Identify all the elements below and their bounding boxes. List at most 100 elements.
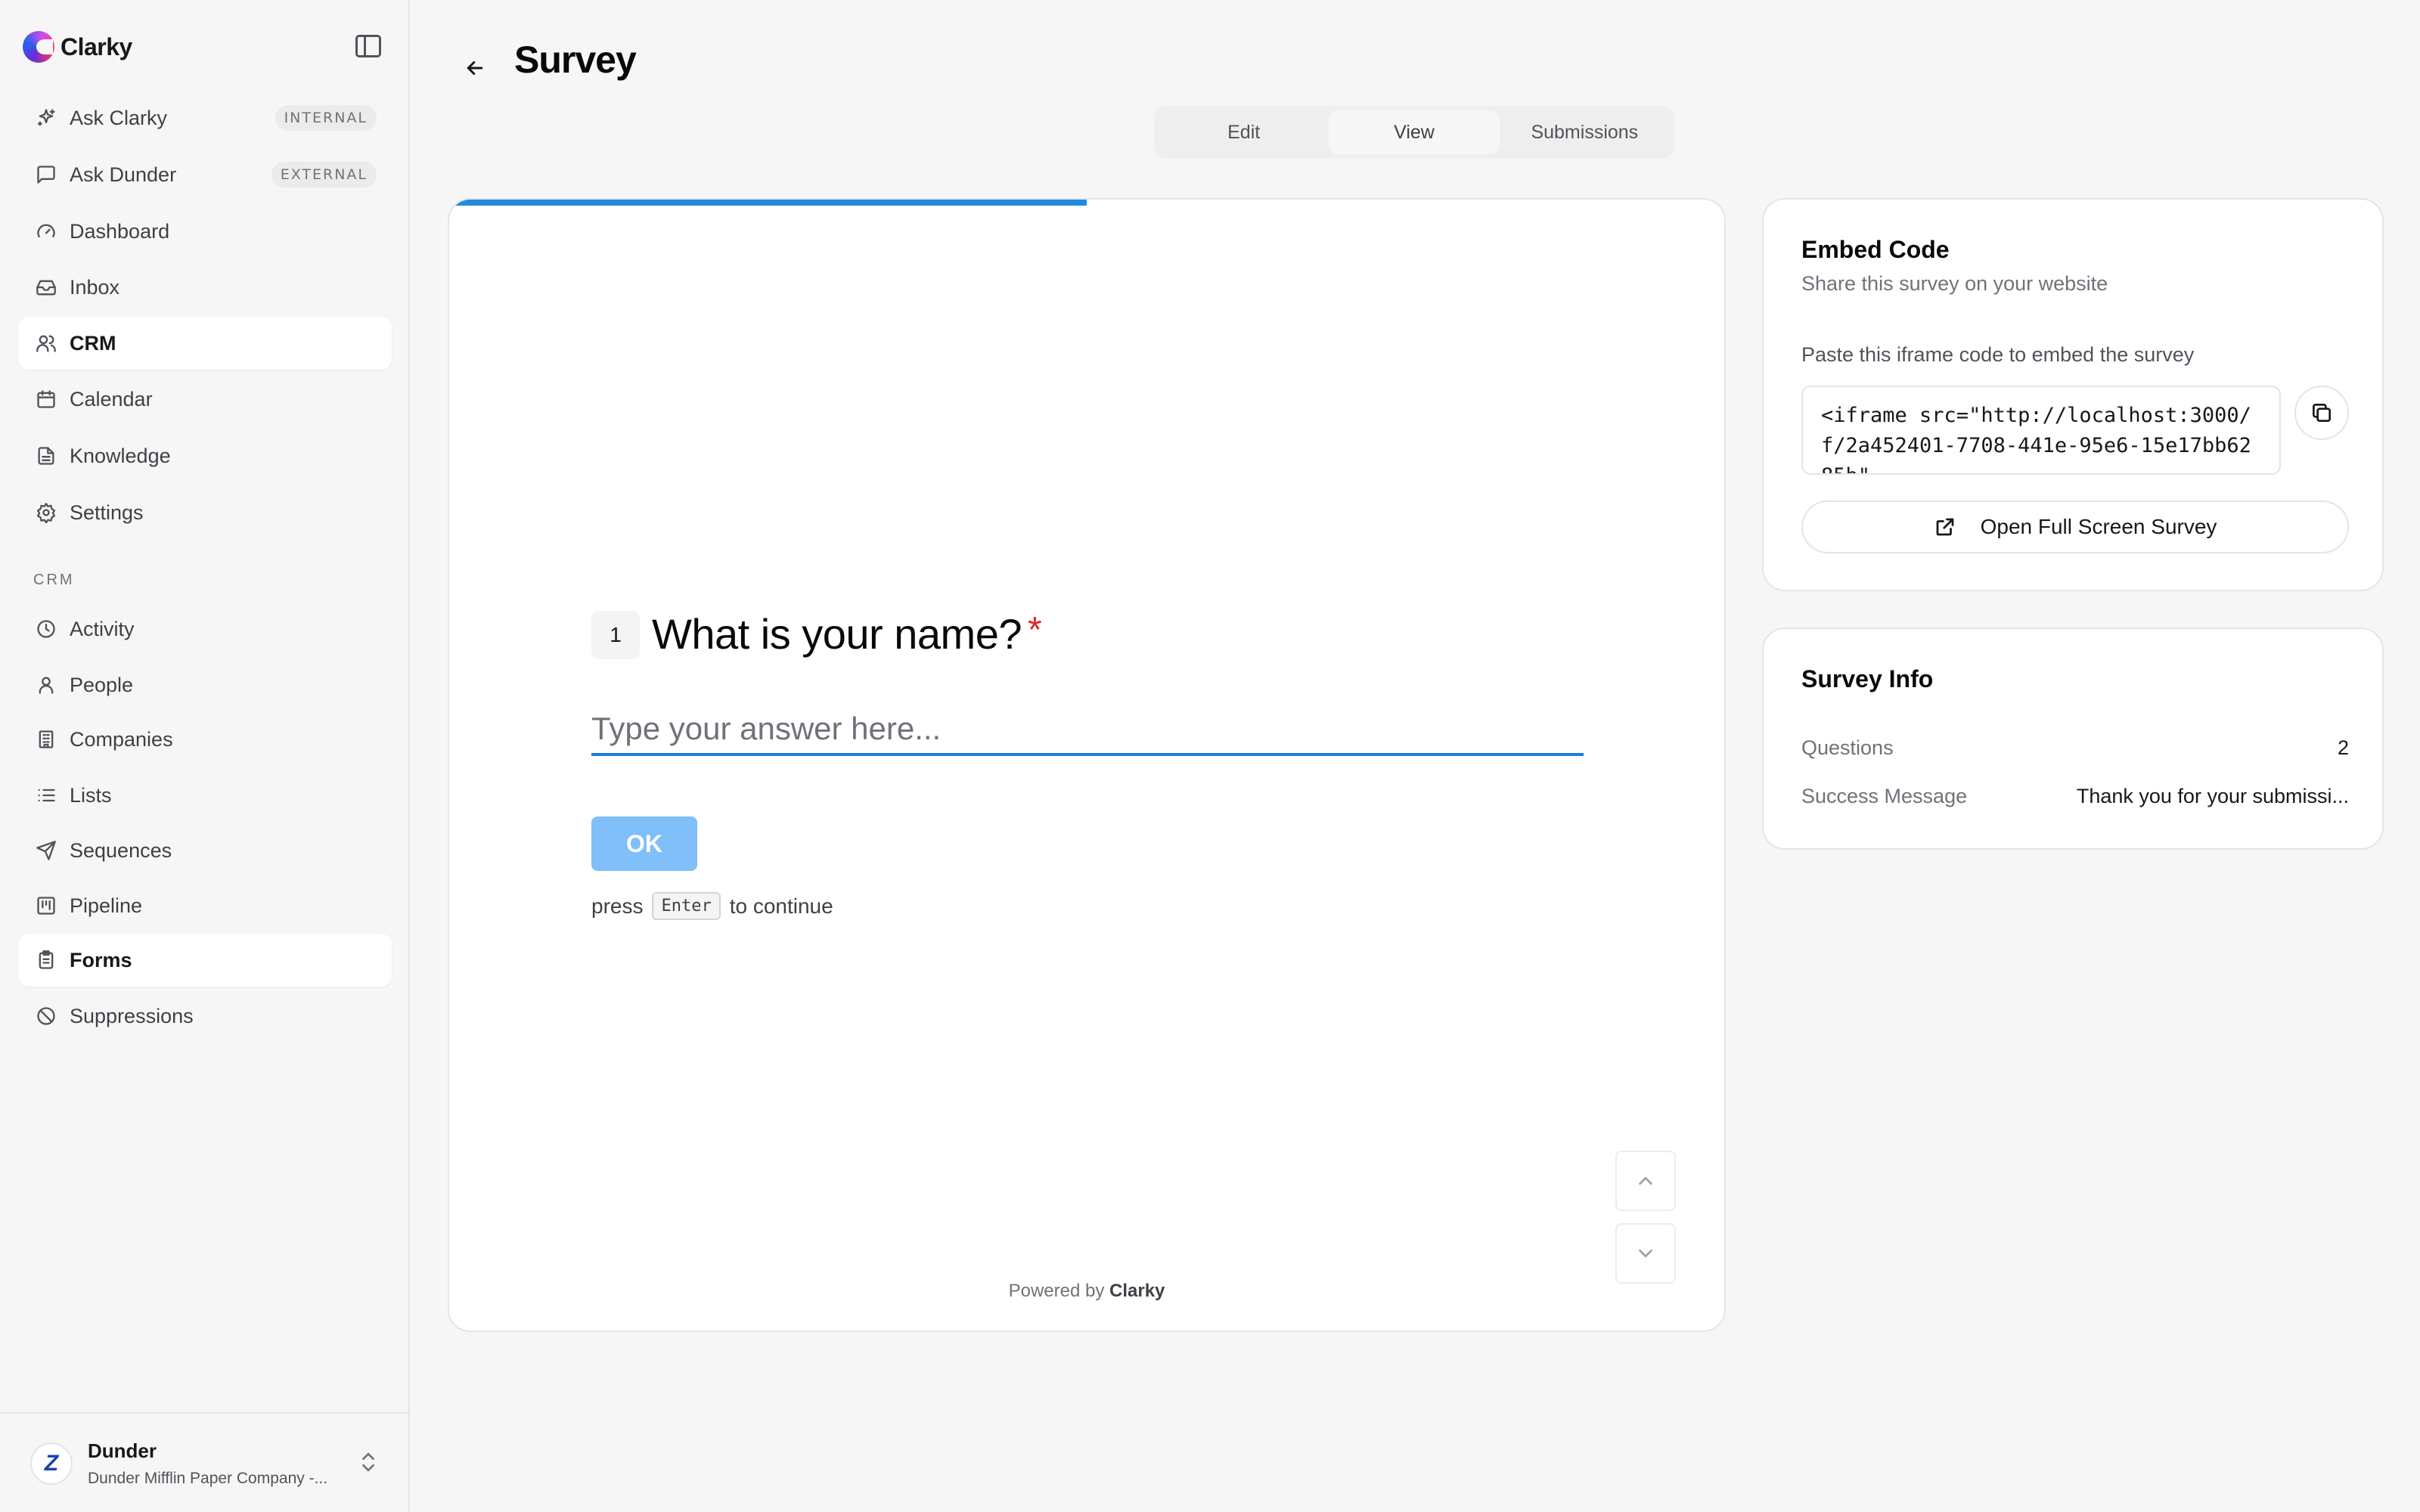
tab-edit[interactable]: Edit [1159, 110, 1329, 154]
sidebar-item-dashboard[interactable]: Dashboard [18, 205, 392, 258]
survey-info-title: Survey Info [1801, 665, 1934, 692]
sidebar-item-pipeline[interactable]: Pipeline [18, 879, 392, 932]
info-key: Success Message [1801, 785, 1968, 807]
chevrons-up-down-icon [362, 1452, 374, 1472]
clipboard-icon [35, 949, 57, 971]
keyboard-hint: press Enter to continue [591, 892, 833, 920]
sidebar-item-label: Knowledge [70, 444, 171, 467]
info-row-questions: Questions 2 [1801, 736, 2349, 760]
survey-progress-bar [449, 200, 1724, 206]
info-value: 2 [2337, 736, 2349, 759]
next-question-button[interactable] [1615, 1223, 1676, 1284]
powered-brand: Clarky [1109, 1281, 1165, 1301]
sidebar-toggle-icon[interactable] [355, 35, 381, 57]
sidebar-item-label: Pipeline [70, 894, 143, 917]
workspace-switcher[interactable]: Z Dunder Dunder Mifflin Paper Company -.… [0, 1412, 408, 1512]
sidebar-item-suppressions[interactable]: Suppressions [18, 990, 392, 1043]
inbox-icon [35, 276, 57, 299]
message-icon [35, 163, 57, 186]
calendar-icon [35, 388, 57, 411]
hint-suffix: to continue [729, 894, 833, 918]
sidebar-item-sequences[interactable]: Sequences [18, 824, 392, 877]
gauge-icon [35, 220, 57, 243]
hint-prefix: press [591, 894, 644, 918]
workspace-avatar: Z [30, 1442, 73, 1485]
embed-card-title: Embed Code [1801, 236, 1950, 263]
tab-view[interactable]: View [1329, 110, 1500, 154]
chevron-up-icon [1639, 1176, 1652, 1185]
ok-button[interactable]: OK [591, 816, 697, 871]
answer-input[interactable] [591, 705, 1584, 756]
copy-code-button[interactable] [2294, 386, 2349, 440]
ban-icon [35, 1005, 57, 1027]
info-row-success-message: Success Message Thank you for your submi… [1801, 785, 2349, 808]
powered-prefix: Powered by [1008, 1281, 1105, 1301]
sidebar-item-label: Ask Dunder [70, 163, 177, 186]
building-icon [35, 728, 57, 751]
sidebar-item-label: Inbox [70, 275, 120, 299]
sidebar-item-label: Calendar [70, 387, 153, 411]
clock-icon [35, 618, 57, 640]
internal-badge: INTERNAL [275, 105, 377, 131]
open-full-screen-label: Open Full Screen Survey [1980, 515, 2217, 538]
sidebar-item-label: Lists [70, 783, 112, 807]
tab-submissions[interactable]: Submissions [1500, 110, 1670, 154]
question-number: 1 [591, 611, 640, 659]
sidebar-item-settings[interactable]: Settings [18, 486, 392, 539]
sidebar-item-label: Sequences [70, 838, 172, 862]
enter-key: Enter [652, 892, 721, 920]
view-tabs: Edit View Submissions [1154, 106, 1674, 159]
list-icon [35, 784, 57, 807]
sidebar-item-activity[interactable]: Activity [18, 603, 392, 655]
document-icon [35, 445, 57, 467]
back-button[interactable] [458, 51, 492, 85]
page-title: Survey [514, 39, 637, 81]
workspace-name: Dunder [88, 1439, 157, 1462]
sidebar-item-forms[interactable]: Forms [18, 934, 392, 987]
embed-code-textarea[interactable]: <iframe src="http://localhost:3000/f/2a4… [1801, 386, 2281, 475]
question-label: What is your name? [652, 610, 1022, 658]
crm-section-label: CRM [33, 572, 75, 588]
required-mark: * [1027, 610, 1042, 650]
survey-info-card: Survey Info Questions 2 Success Message … [1762, 627, 2384, 850]
user-icon [35, 674, 57, 696]
sidebar-item-companies[interactable]: Companies [18, 713, 392, 766]
gear-icon [35, 501, 57, 524]
sidebar-item-ask-clarky[interactable]: Ask Clarky INTERNAL [18, 91, 392, 144]
sidebar-item-label: Companies [70, 727, 173, 751]
kanban-icon [35, 894, 57, 917]
clarky-logo-icon [23, 31, 54, 63]
sidebar-item-ask-dunder[interactable]: Ask Dunder EXTERNAL [18, 148, 392, 201]
sidebar-item-label: CRM [70, 331, 116, 355]
external-badge: EXTERNAL [271, 162, 377, 187]
sidebar-item-label: Suppressions [70, 1004, 194, 1027]
embed-instruction: Paste this iframe code to embed the surv… [1801, 343, 2195, 366]
embed-code-card: Embed Code Share this survey on your web… [1762, 198, 2384, 591]
sidebar-item-label: Forms [70, 948, 132, 971]
sidebar-item-knowledge[interactable]: Knowledge [18, 429, 392, 482]
sidebar-item-lists[interactable]: Lists [18, 769, 392, 822]
info-key: Questions [1801, 736, 1894, 759]
sidebar-item-label: Settings [70, 500, 144, 524]
survey-preview: 1 What is your name?* OK press Enter to … [448, 198, 1726, 1332]
chevron-down-icon [1639, 1249, 1652, 1258]
previous-question-button[interactable] [1615, 1151, 1676, 1211]
sidebar-item-crm[interactable]: CRM [18, 317, 392, 370]
sidebar-item-people[interactable]: People [18, 658, 392, 711]
sidebar-item-calendar[interactable]: Calendar [18, 373, 392, 426]
brand-name: Clarky [60, 33, 132, 60]
brand[interactable]: Clarky [23, 30, 132, 64]
question-text: What is your name? * [652, 609, 1042, 658]
sidebar-item-label: Dashboard [70, 219, 170, 243]
info-value: Thank you for your submissi... [2076, 785, 2349, 807]
sidebar-item-label: People [70, 673, 134, 696]
send-icon [35, 839, 57, 862]
copy-icon [2313, 404, 2331, 422]
sidebar-item-label: Ask Clarky [70, 106, 168, 129]
workspace-subtitle: Dunder Mifflin Paper Company -... [88, 1470, 328, 1487]
powered-by: Powered by Clarky [449, 1281, 1724, 1302]
open-full-screen-button[interactable]: Open Full Screen Survey [1801, 500, 2349, 553]
external-link-icon [1936, 518, 1953, 536]
sparkles-icon [35, 107, 57, 129]
sidebar-item-inbox[interactable]: Inbox [18, 261, 392, 314]
